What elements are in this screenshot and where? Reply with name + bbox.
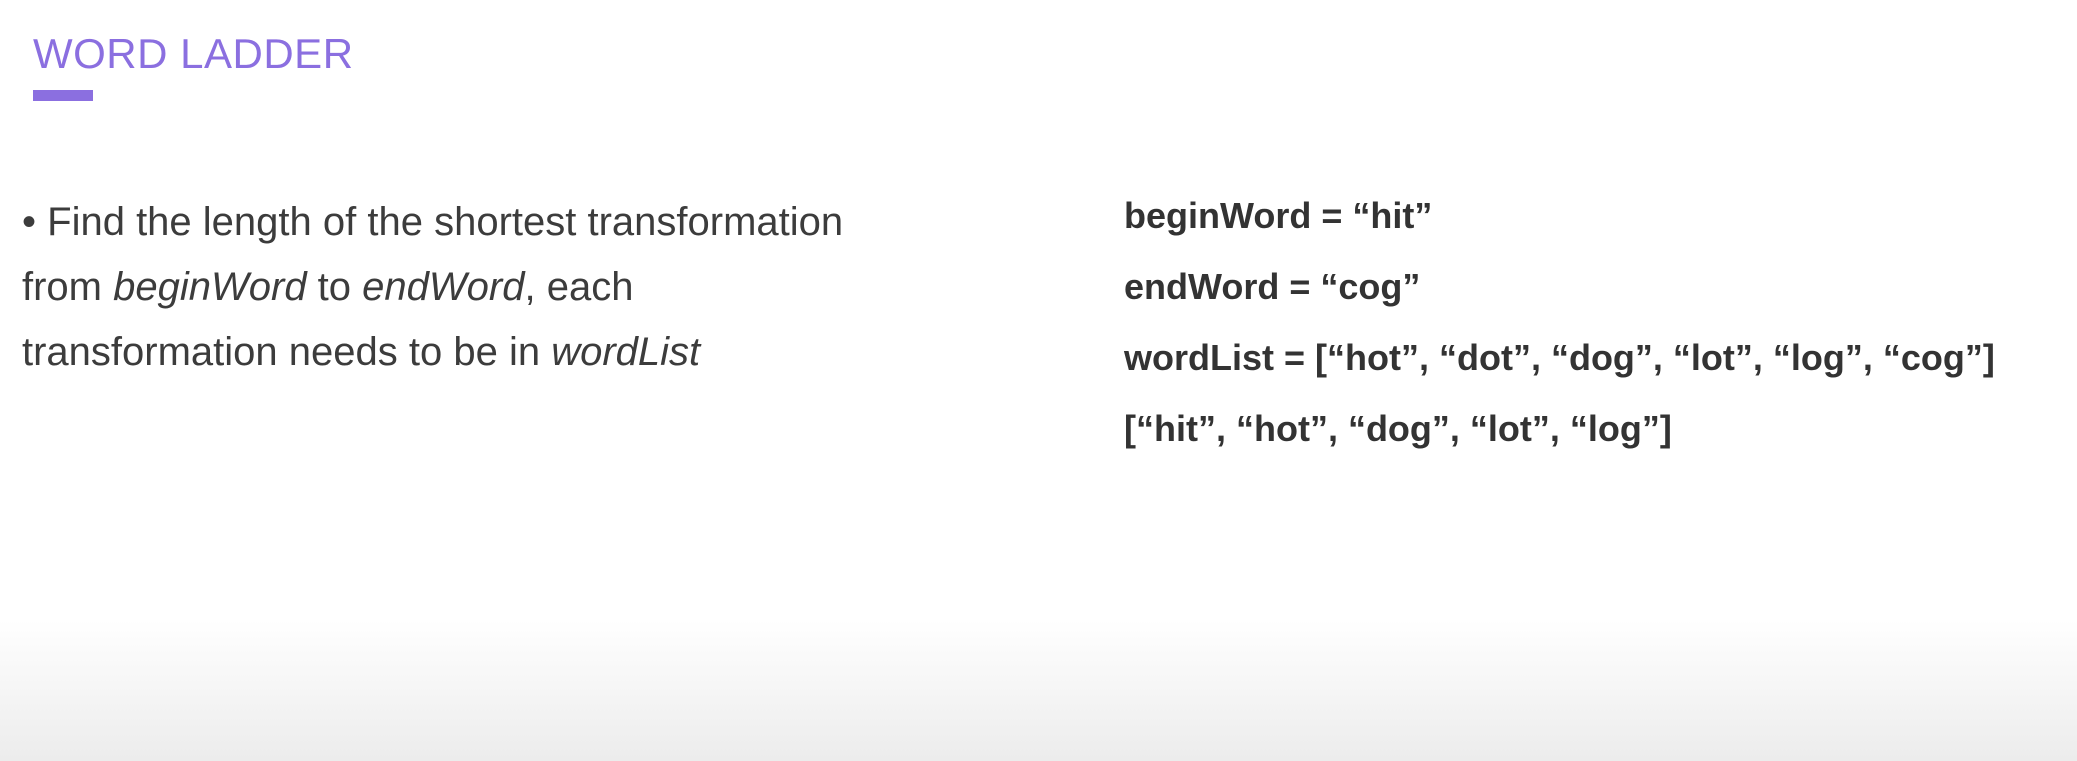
slide: WORD LADDER • Find the length of the sho… xyxy=(0,0,2077,761)
bullet-text-2a: from xyxy=(22,265,114,309)
slide-title: WORD LADDER xyxy=(33,30,354,77)
word-list-example: wordList = [“hot”, “dot”, “dog”, “lot”, … xyxy=(1124,337,1995,378)
bullet-text-1: Find the length of the shortest transfor… xyxy=(47,200,844,244)
end-word-term: endWord xyxy=(362,265,525,309)
bullet-text-2b: to xyxy=(306,265,363,309)
bullet-text-2c: , each xyxy=(524,265,634,309)
bullet-text-3a: transformation needs to be in xyxy=(22,330,552,374)
example-block: beginWord = “hit” endWord = “cog” wordLi… xyxy=(1124,180,2054,464)
begin-word-term: beginWord xyxy=(113,265,307,309)
bullet-line-1: • Find the length of the shortest transf… xyxy=(22,190,1042,255)
bullet-marker: • xyxy=(22,200,37,244)
problem-description: • Find the length of the shortest transf… xyxy=(22,190,1042,385)
begin-word-example: beginWord = “hit” xyxy=(1124,195,1433,236)
bullet-line-3: transformation needs to be in wordList xyxy=(22,320,1042,385)
title-underline-accent xyxy=(33,90,93,101)
end-word-example: endWord = “cog” xyxy=(1124,266,1421,307)
word-list-term: wordList xyxy=(551,330,701,374)
path-example: [“hit”, “hot”, “dog”, “lot”, “log”] xyxy=(1124,408,1672,449)
bullet-line-2: from beginWord to endWord, each xyxy=(22,255,1042,320)
